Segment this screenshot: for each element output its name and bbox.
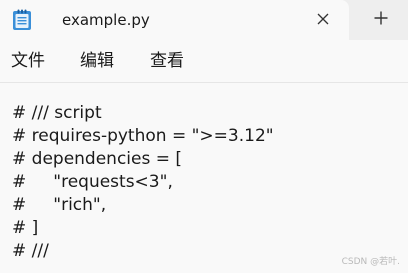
- editor-line: # "requests<3",: [12, 172, 173, 192]
- tab-title: example.py: [62, 11, 150, 29]
- text-editor[interactable]: # /// script # requires-python = ">=3.12…: [0, 83, 408, 273]
- watermark: CSDN @若叶.: [341, 257, 400, 267]
- editor-line: # /// script: [12, 103, 102, 123]
- editor-line: # ]: [12, 218, 39, 238]
- tab-bar: example.py: [0, 0, 408, 40]
- editor-line: # dependencies = [: [12, 149, 183, 169]
- close-icon: [317, 10, 329, 29]
- tab-example-py[interactable]: example.py: [0, 0, 349, 40]
- menu-file[interactable]: 文件: [11, 50, 45, 72]
- notepad-icon: [12, 9, 32, 31]
- menu-edit[interactable]: 编辑: [80, 50, 114, 72]
- close-tab-button[interactable]: [310, 6, 336, 32]
- editor-line: # requires-python = ">=3.12": [12, 126, 274, 146]
- menu-view[interactable]: 查看: [150, 50, 184, 72]
- editor-line: # ///: [12, 241, 49, 261]
- editor-line: # "rich",: [12, 195, 107, 215]
- menu-bar: 文件 编辑 查看: [0, 40, 408, 83]
- new-tab-button[interactable]: [368, 6, 394, 32]
- plus-icon: [374, 10, 388, 29]
